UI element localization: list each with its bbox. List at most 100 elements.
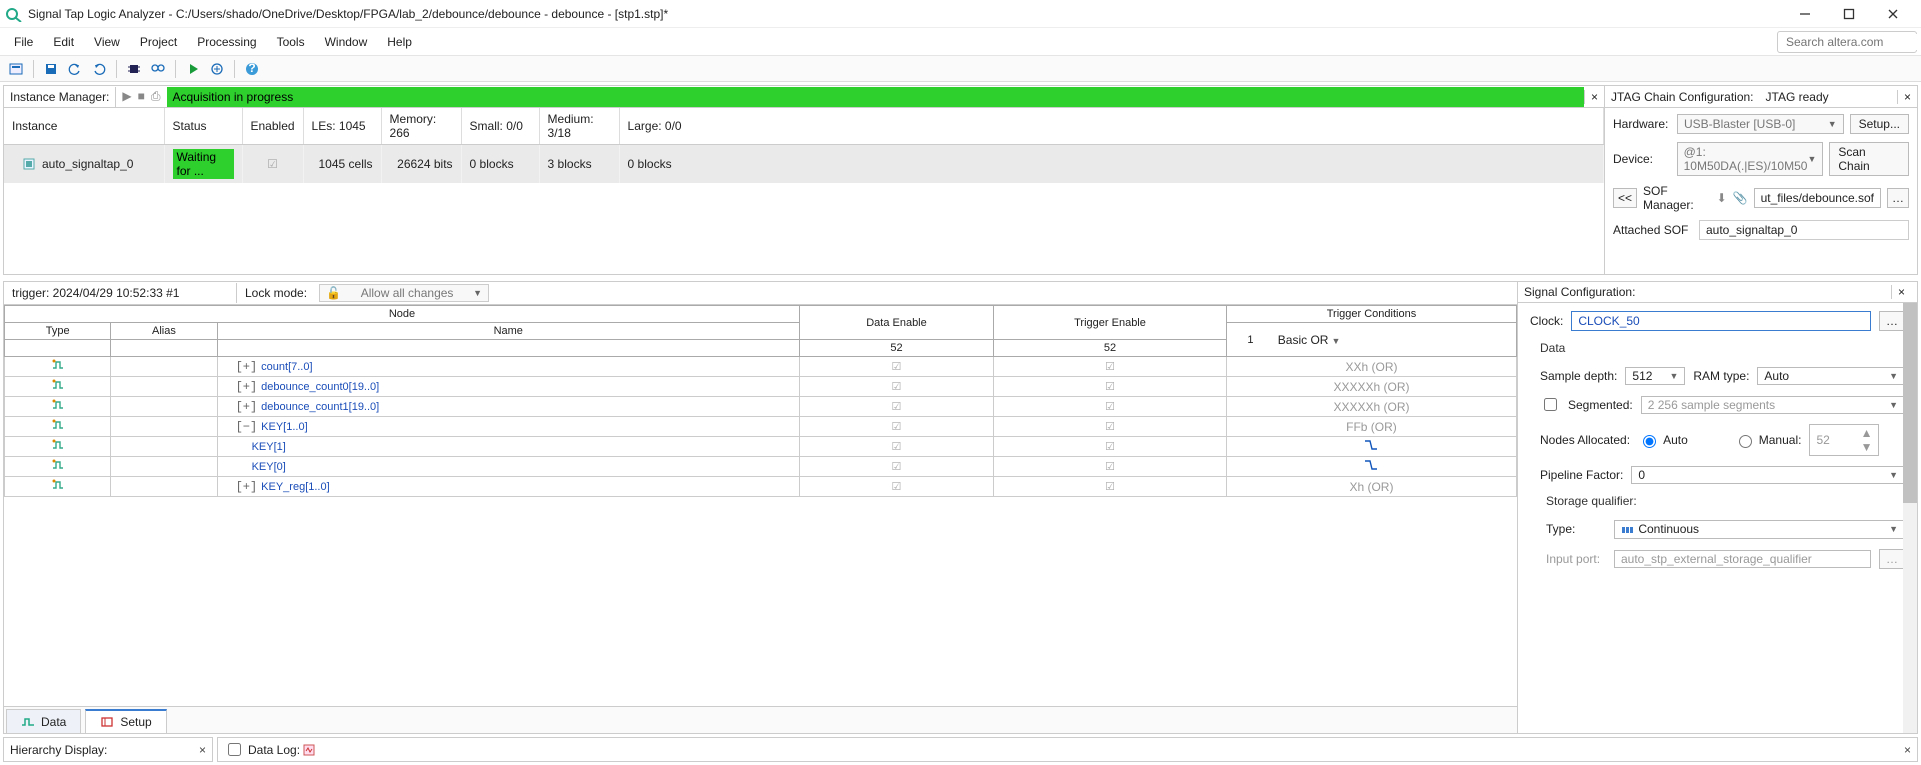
- trigger-enable-check[interactable]: ☑: [994, 357, 1227, 377]
- signal-row[interactable]: [−]KEY[1..0]☑☑FFb (OR): [5, 417, 1517, 437]
- col-instance[interactable]: Instance: [4, 108, 164, 145]
- sample-depth-select[interactable]: 512▼: [1625, 367, 1685, 385]
- trigger-condition[interactable]: XXXXXh (OR): [1226, 377, 1516, 397]
- pipeline-factor-select[interactable]: 0▼: [1631, 466, 1905, 484]
- trigger-condition[interactable]: XXh (OR): [1226, 357, 1516, 377]
- signal-alias[interactable]: [111, 417, 217, 437]
- download-icon[interactable]: ⬇: [1717, 191, 1727, 205]
- trigger-condition[interactable]: Xh (OR): [1226, 477, 1516, 497]
- panel-close-icon[interactable]: ×: [1584, 90, 1604, 104]
- setup-button[interactable]: Setup...: [1850, 114, 1909, 134]
- signal-name[interactable]: [+]count[7..0]: [217, 357, 799, 377]
- signal-name[interactable]: [+]debounce_count1[19..0]: [217, 397, 799, 417]
- signal-alias[interactable]: [111, 397, 217, 417]
- back-button[interactable]: <<: [1613, 188, 1637, 208]
- signal-row[interactable]: [+]KEY_reg[1..0]☑☑Xh (OR): [5, 477, 1517, 497]
- tab-data[interactable]: Data: [6, 709, 81, 733]
- trigger-condition[interactable]: [1226, 437, 1516, 457]
- panel-close-icon[interactable]: ×: [1904, 743, 1911, 757]
- lock-mode-select[interactable]: 🔓 Allow all changes▼: [319, 284, 489, 302]
- trigger-enable-check[interactable]: ☑: [994, 377, 1227, 397]
- panel-close-icon[interactable]: ×: [1891, 285, 1911, 299]
- im-stop-icon[interactable]: ■: [138, 89, 145, 104]
- hardware-select[interactable]: USB-Blaster [USB-0]▼: [1677, 114, 1844, 134]
- data-enable-check[interactable]: ☑: [799, 437, 993, 457]
- tc-mode-select[interactable]: Basic OR ▼: [1274, 323, 1517, 357]
- menu-view[interactable]: View: [84, 31, 130, 53]
- redo-button[interactable]: [89, 59, 109, 79]
- trigger-enable-check[interactable]: ☑: [994, 417, 1227, 437]
- signal-name[interactable]: [+]debounce_count0[19..0]: [217, 377, 799, 397]
- run-button[interactable]: [183, 59, 203, 79]
- search-input[interactable]: [1784, 34, 1921, 50]
- menu-project[interactable]: Project: [130, 31, 187, 53]
- tab-setup[interactable]: Setup: [85, 709, 166, 733]
- trigger-condition[interactable]: [1226, 457, 1516, 477]
- signal-name[interactable]: [+]KEY_reg[1..0]: [217, 477, 799, 497]
- maximize-button[interactable]: [1827, 0, 1871, 28]
- menu-processing[interactable]: Processing: [187, 31, 266, 53]
- segmented-checkbox[interactable]: [1544, 398, 1557, 411]
- menu-edit[interactable]: Edit: [43, 31, 84, 53]
- find-button[interactable]: [148, 59, 168, 79]
- close-button[interactable]: [1871, 0, 1915, 28]
- panel-close-icon[interactable]: ×: [1897, 90, 1917, 104]
- data-enable-check[interactable]: ☑: [799, 477, 993, 497]
- browse-button[interactable]: …: [1887, 188, 1909, 208]
- data-enable-check[interactable]: ☑: [799, 397, 993, 417]
- col-large[interactable]: Large: 0/0: [619, 108, 1603, 145]
- signal-alias[interactable]: [111, 477, 217, 497]
- signal-alias[interactable]: [111, 357, 217, 377]
- nodes-auto-radio[interactable]: Auto: [1638, 432, 1688, 448]
- im-read-icon[interactable]: ⎙: [151, 89, 161, 104]
- menu-window[interactable]: Window: [315, 31, 378, 53]
- signal-alias[interactable]: [111, 457, 217, 477]
- signal-alias[interactable]: [111, 377, 217, 397]
- col-status[interactable]: Status: [164, 108, 242, 145]
- menu-file[interactable]: File: [4, 31, 43, 53]
- clock-browse-button[interactable]: …: [1879, 311, 1905, 331]
- signal-alias[interactable]: [111, 437, 217, 457]
- data-log-checkbox[interactable]: [228, 743, 241, 756]
- signal-name[interactable]: [−]KEY[1..0]: [217, 417, 799, 437]
- col-enabled[interactable]: Enabled: [242, 108, 303, 145]
- panel-close-icon[interactable]: ×: [199, 743, 206, 757]
- add-trigger-button[interactable]: [207, 59, 227, 79]
- help-button[interactable]: ?: [242, 59, 262, 79]
- menu-help[interactable]: Help: [377, 31, 422, 53]
- sq-type-select[interactable]: Continuous ▼: [1614, 520, 1905, 539]
- search-box[interactable]: [1777, 31, 1917, 53]
- col-small[interactable]: Small: 0/0: [461, 108, 539, 145]
- save-button[interactable]: [41, 59, 61, 79]
- trigger-condition[interactable]: FFb (OR): [1226, 417, 1516, 437]
- undo-button[interactable]: [65, 59, 85, 79]
- device-select[interactable]: @1: 10M50DA(.|ES)/10M50▼: [1677, 142, 1824, 176]
- signal-row[interactable]: KEY[0]☑☑: [5, 457, 1517, 477]
- data-enable-check[interactable]: ☑: [799, 357, 993, 377]
- minimize-button[interactable]: [1783, 0, 1827, 28]
- nodes-manual-radio[interactable]: Manual:: [1734, 432, 1802, 448]
- signal-row[interactable]: KEY[1]☑☑: [5, 437, 1517, 457]
- ram-type-select[interactable]: Auto▼: [1757, 367, 1905, 385]
- trigger-enable-check[interactable]: ☑: [994, 437, 1227, 457]
- signal-row[interactable]: [+]debounce_count1[19..0]☑☑XXXXXh (OR): [5, 397, 1517, 417]
- enabled-check[interactable]: ☑: [267, 157, 278, 171]
- col-les[interactable]: LEs: 1045: [303, 108, 381, 145]
- data-enable-check[interactable]: ☑: [799, 457, 993, 477]
- menu-tools[interactable]: Tools: [267, 31, 315, 53]
- attach-icon[interactable]: 📎: [1733, 191, 1748, 205]
- col-medium[interactable]: Medium: 3/18: [539, 108, 619, 145]
- signal-name[interactable]: KEY[1]: [217, 437, 799, 457]
- clock-input[interactable]: CLOCK_50: [1571, 311, 1871, 331]
- sof-file-input[interactable]: ut_files/debounce.sof: [1754, 188, 1881, 208]
- data-enable-check[interactable]: ☑: [799, 377, 993, 397]
- trigger-enable-check[interactable]: ☑: [994, 457, 1227, 477]
- signal-row[interactable]: [+]debounce_count0[19..0]☑☑XXXXXh (OR): [5, 377, 1517, 397]
- compile-button[interactable]: [6, 59, 26, 79]
- im-run-icon[interactable]: ▶: [122, 89, 131, 104]
- signal-row[interactable]: [+]count[7..0]☑☑XXh (OR): [5, 357, 1517, 377]
- trigger-condition[interactable]: XXXXXh (OR): [1226, 397, 1516, 417]
- chip-button[interactable]: [124, 59, 144, 79]
- instance-row[interactable]: auto_signaltap_0 Waiting for ... ☑ 1045 …: [4, 145, 1604, 184]
- trigger-enable-check[interactable]: ☑: [994, 477, 1227, 497]
